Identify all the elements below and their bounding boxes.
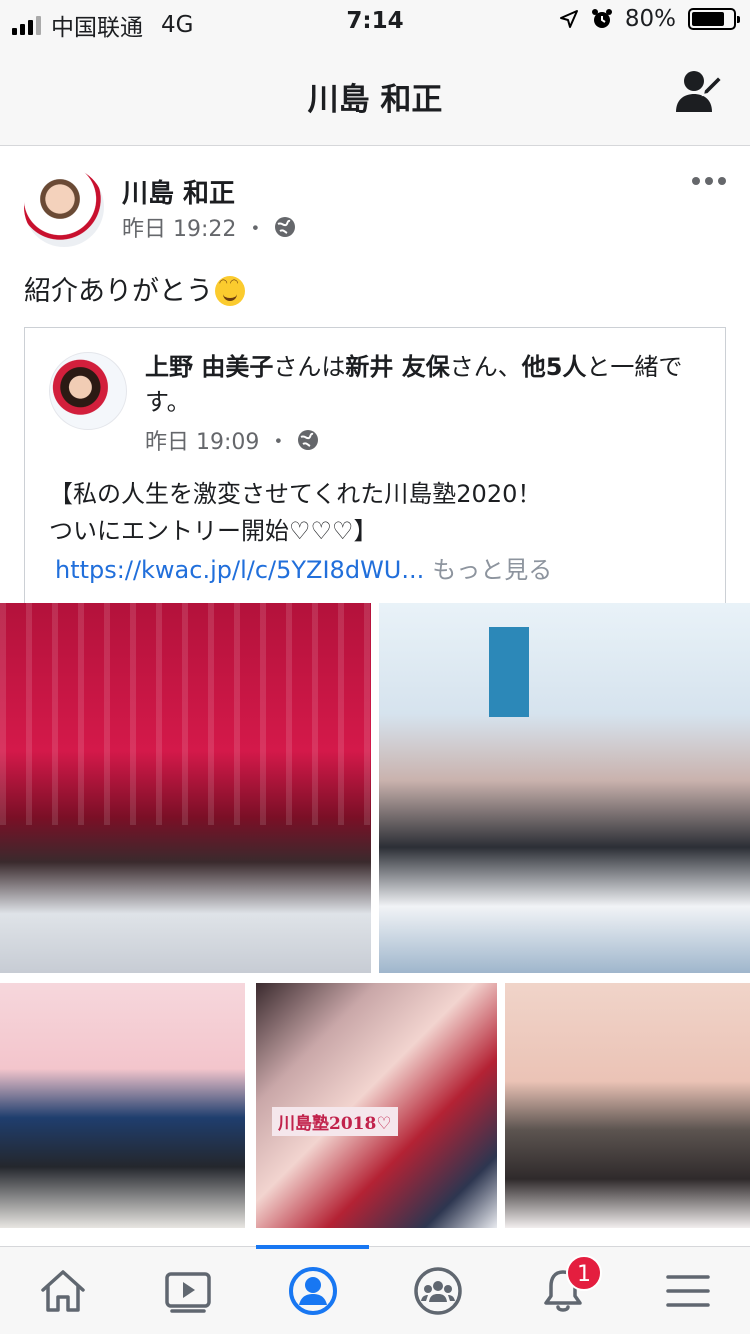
shared-post[interactable]: 上野 由美子さんは新井 友保さん、他5人と一緒です。 昨日 19:09 ・ 【私… [24,327,726,607]
shared-body-line1: 【私の人生を激変させてくれた川島塾2020！ [49,480,542,508]
shared-others[interactable]: 他5人 [522,353,587,381]
home-icon [40,1270,85,1312]
post-text: 紹介ありがとう [24,269,245,308]
shared-author[interactable]: 上野 由美子 [145,353,273,381]
see-more-link[interactable]: もっと見る [432,556,552,584]
shared-header: 上野 由美子さんは新井 友保さん、他5人と一緒です。 [145,350,705,420]
more-options-icon[interactable] [692,177,726,185]
author-avatar[interactable] [24,167,104,247]
screen: 中国联通 4G 7:14 80% 川島 和正 川島 和正 昨日 19:22 ・ … [0,0,750,1334]
meta-separator: ・ [244,217,267,242]
page-title: 川島 和正 [307,82,443,118]
battery-percent: 80% [624,6,676,32]
status-bar: 中国联通 4G 7:14 80% [0,0,750,42]
photo-three-people[interactable] [0,983,245,1228]
shared-friend[interactable]: 新井 友保 [345,353,449,381]
video-icon [164,1272,211,1313]
globe-icon [275,217,296,237]
tab-profile[interactable] [250,1247,375,1334]
post-text-content: 紹介ありがとう [24,276,213,307]
tab-bar: 1 [0,1245,750,1334]
globe-icon [298,430,319,450]
alarm-icon [591,9,612,28]
photo-collage[interactable]: 川島塾2018♡ [256,983,497,1228]
post-meta: 昨日 19:22 ・ [122,211,296,243]
shared-link[interactable]: https://kwac.jp/l/c/5YZI8dWU... [55,556,424,584]
post-author[interactable]: 川島 和正 [122,173,235,210]
location-icon [559,10,578,28]
tab-watch[interactable] [125,1247,250,1334]
tab-home[interactable] [0,1247,125,1334]
photo-party-group[interactable] [0,603,371,973]
post-time[interactable]: 昨日 19:22 [122,211,236,243]
shared-body-line2: ついにエントリー開始♡♡♡】 [49,517,378,545]
post: 川島 和正 昨日 19:22 ・ 紹介ありがとう 上野 由美子さんは新井 友保さ… [0,147,750,1247]
battery-icon [688,8,740,30]
shared-link-row: https://kwac.jp/l/c/5YZI8dWU... もっと見る [55,550,552,585]
shared-author-avatar[interactable] [49,352,127,430]
menu-icon [665,1275,710,1307]
tab-menu[interactable] [625,1247,750,1334]
tab-groups[interactable] [375,1247,500,1334]
notification-badge: 1 [566,1255,602,1291]
smile-emoji-icon [215,276,245,306]
photo-couple[interactable] [505,983,750,1228]
battery-fill [692,12,724,26]
edit-profile-icon[interactable] [674,66,724,116]
shared-time[interactable]: 昨日 19:09 [145,424,259,456]
status-right: 80% [559,6,740,32]
groups-icon [413,1267,462,1315]
photo-airport-group[interactable] [379,603,750,973]
shared-with-text2: さん、 [449,353,522,381]
shared-meta-separator: ・ [267,430,290,455]
shared-body: 【私の人生を激変させてくれた川島塾2020！ ついにエントリー開始♡♡♡】 [49,476,541,550]
collage-caption: 川島塾2018♡ [272,1107,398,1136]
profile-icon [288,1267,337,1315]
nav-header: 川島 和正 [0,42,750,146]
shared-with-text: さんは [273,353,346,381]
shared-meta: 昨日 19:09 ・ [145,424,319,456]
tab-notifications[interactable] [500,1247,625,1334]
